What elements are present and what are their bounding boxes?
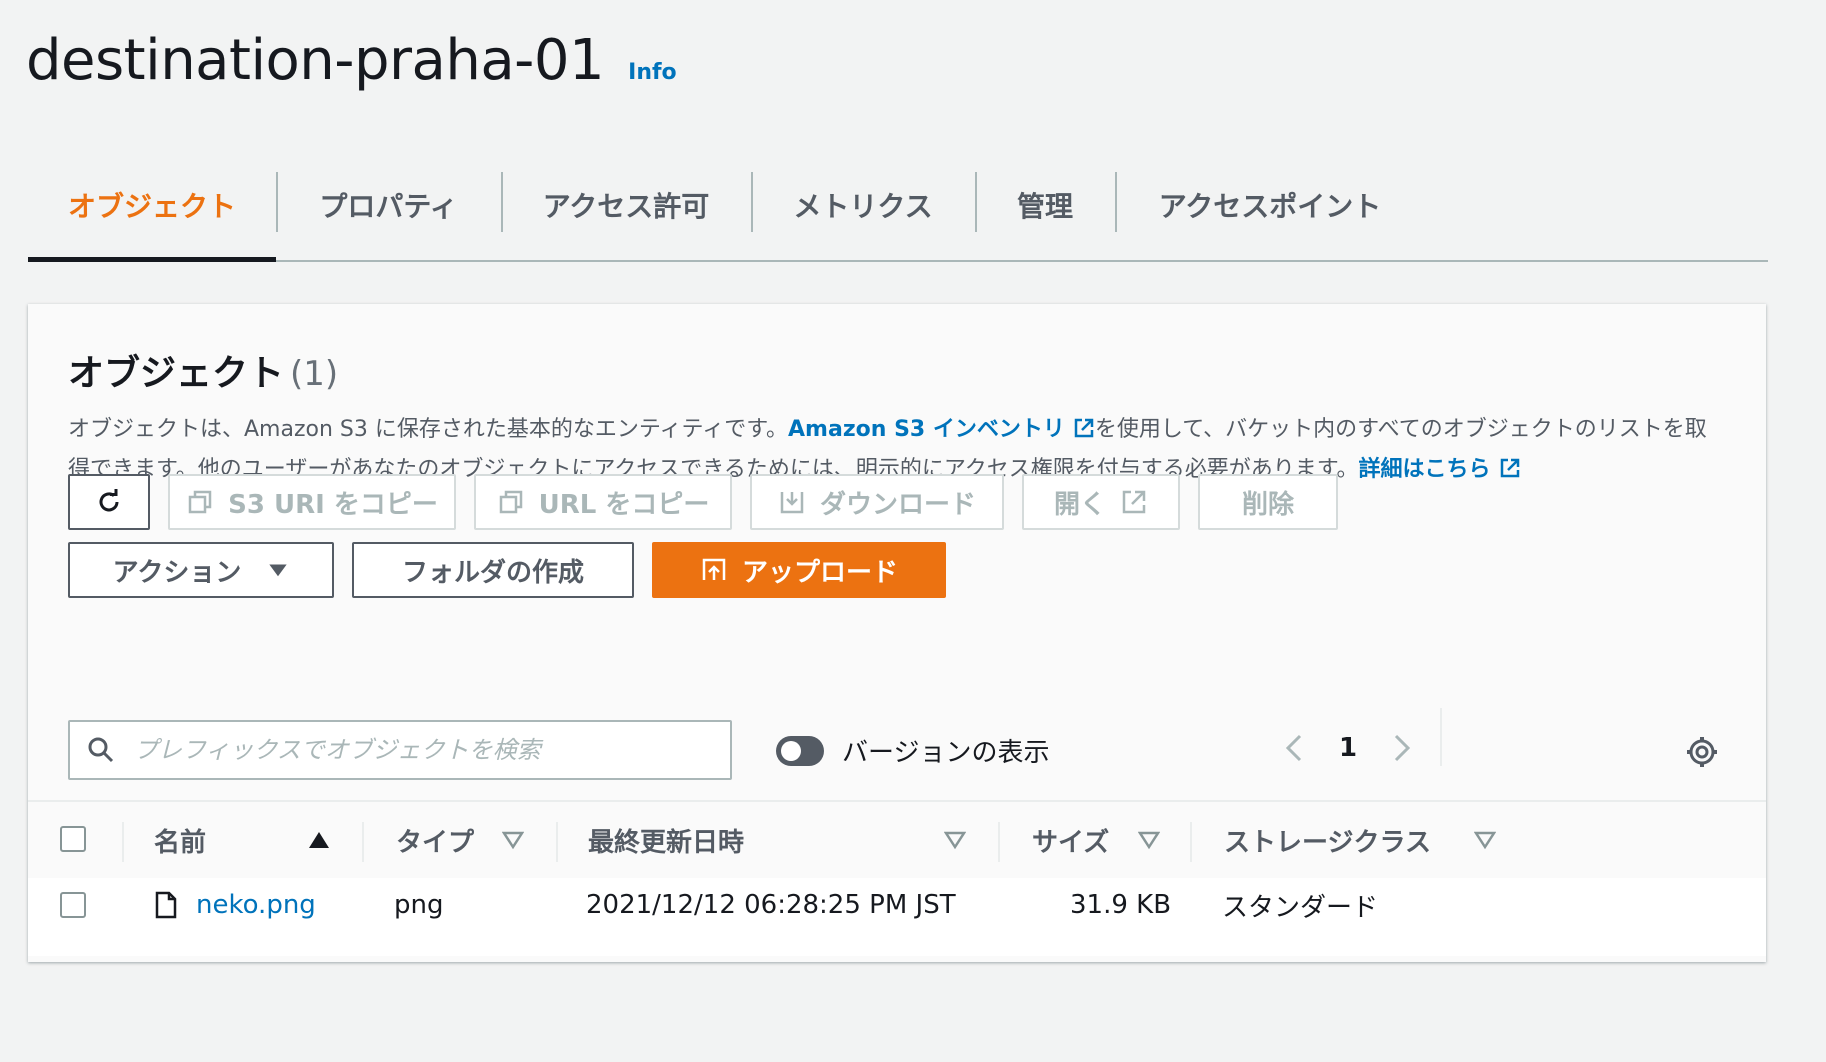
objects-panel: オブジェクト (1) オブジェクトは、Amazon S3 に保存された基本的なエン… — [28, 304, 1766, 962]
caret-down-icon — [269, 564, 287, 577]
panel-title: オブジェクト — [68, 353, 285, 394]
column-divider — [1190, 822, 1192, 862]
refresh-button[interactable] — [68, 474, 150, 530]
actions-dropdown[interactable]: アクション — [68, 542, 334, 598]
learn-more-link[interactable]: 詳細はこちら — [1359, 457, 1521, 482]
divider — [1440, 708, 1442, 766]
tab-access-points[interactable]: アクセスポイント — [1115, 150, 1425, 260]
table-row[interactable]: neko.png png 2021/12/12 06:28:25 PM JST … — [28, 878, 1766, 956]
column-divider — [998, 822, 1000, 862]
external-link-icon — [1122, 490, 1146, 514]
page-title: destination-praha-01 — [26, 28, 605, 93]
next-page-button[interactable] — [1382, 728, 1422, 768]
file-icon — [155, 891, 177, 919]
sort-icon[interactable] — [1474, 830, 1496, 850]
show-versions: バージョンの表示 — [776, 732, 1049, 769]
copy-icon — [188, 490, 212, 514]
download-icon — [780, 492, 804, 514]
pagination: 1 — [1274, 718, 1422, 778]
search-box — [68, 720, 732, 780]
download-label: ダウンロード — [819, 489, 976, 520]
versions-toggle[interactable] — [776, 735, 824, 766]
create-folder-button[interactable]: フォルダの作成 — [352, 542, 634, 598]
page-header: destination-praha-01 Info — [26, 28, 677, 93]
row-checkbox[interactable] — [60, 892, 86, 918]
inventory-link[interactable]: Amazon S3 インベントリ — [788, 417, 1095, 442]
open-button[interactable]: 開く — [1022, 474, 1180, 530]
delete-label: 削除 — [1241, 489, 1294, 520]
copy-url-button[interactable]: URL をコピー — [474, 474, 732, 530]
copy-s3-uri-button[interactable]: S3 URI をコピー — [168, 474, 456, 530]
search-icon — [88, 737, 114, 763]
tab-objects[interactable]: オブジェクト — [28, 150, 276, 262]
cell-type: png — [394, 890, 444, 920]
copy-icon — [499, 490, 522, 514]
settings-gear-icon[interactable] — [1686, 736, 1718, 768]
delete-button[interactable]: 削除 — [1198, 474, 1338, 530]
tab-bar: オブジェクト プロパティ アクセス許可 メトリクス 管理 アクセスポイント — [28, 150, 1768, 262]
tab-properties[interactable]: プロパティ — [276, 150, 501, 260]
upload-label: アップロード — [741, 557, 898, 588]
upload-icon — [702, 558, 726, 580]
object-count: (1) — [290, 354, 339, 394]
chevron-right-icon — [1394, 734, 1411, 762]
tab-metrics[interactable]: メトリクス — [751, 150, 975, 260]
versions-toggle-label: バージョンの表示 — [842, 738, 1050, 768]
create-folder-label: フォルダの作成 — [401, 557, 584, 588]
cell-size: 31.9 KB — [1070, 890, 1172, 920]
column-divider — [122, 822, 124, 862]
description-text-1: オブジェクトは、Amazon S3 に保存された基本的なエンティティです。 — [68, 417, 789, 442]
sort-icon[interactable] — [944, 830, 966, 850]
tab-permissions[interactable]: アクセス許可 — [501, 150, 751, 260]
copy-s3-uri-label: S3 URI をコピー — [228, 489, 438, 520]
prev-page-button[interactable] — [1274, 728, 1314, 768]
column-divider — [362, 822, 364, 862]
sort-icon[interactable] — [502, 830, 524, 850]
column-divider — [556, 822, 558, 862]
chevron-left-icon — [1285, 734, 1302, 762]
cell-name: neko.png — [154, 866, 316, 944]
upload-button[interactable]: アップロード — [652, 542, 946, 598]
cell-storage-class: スタンダード — [1222, 892, 1379, 923]
current-page[interactable]: 1 — [1314, 733, 1382, 763]
learn-more-label: 詳細はこちら — [1358, 457, 1491, 482]
refresh-icon — [99, 489, 119, 512]
actions-label: アクション — [112, 557, 242, 588]
select-all-checkbox[interactable] — [60, 826, 86, 852]
external-link-icon — [1074, 418, 1094, 438]
open-label: 開く — [1053, 489, 1106, 520]
copy-url-label: URL をコピー — [538, 489, 710, 520]
info-link[interactable]: Info — [628, 60, 677, 85]
download-button[interactable]: ダウンロード — [750, 474, 1004, 530]
cell-last-modified: 2021/12/12 06:28:25 PM JST — [586, 890, 956, 920]
search-input[interactable] — [132, 735, 696, 765]
sort-ascending-icon[interactable] — [308, 830, 330, 850]
tab-management[interactable]: 管理 — [975, 150, 1115, 260]
sort-icon[interactable] — [1138, 830, 1160, 850]
inventory-link-label: Amazon S3 インベントリ — [788, 417, 1065, 442]
panel-header: オブジェクト (1) オブジェクトは、Amazon S3 に保存された基本的なエン… — [68, 344, 1728, 490]
object-name-link[interactable]: neko.png — [196, 890, 316, 920]
external-link-icon — [1500, 458, 1519, 478]
